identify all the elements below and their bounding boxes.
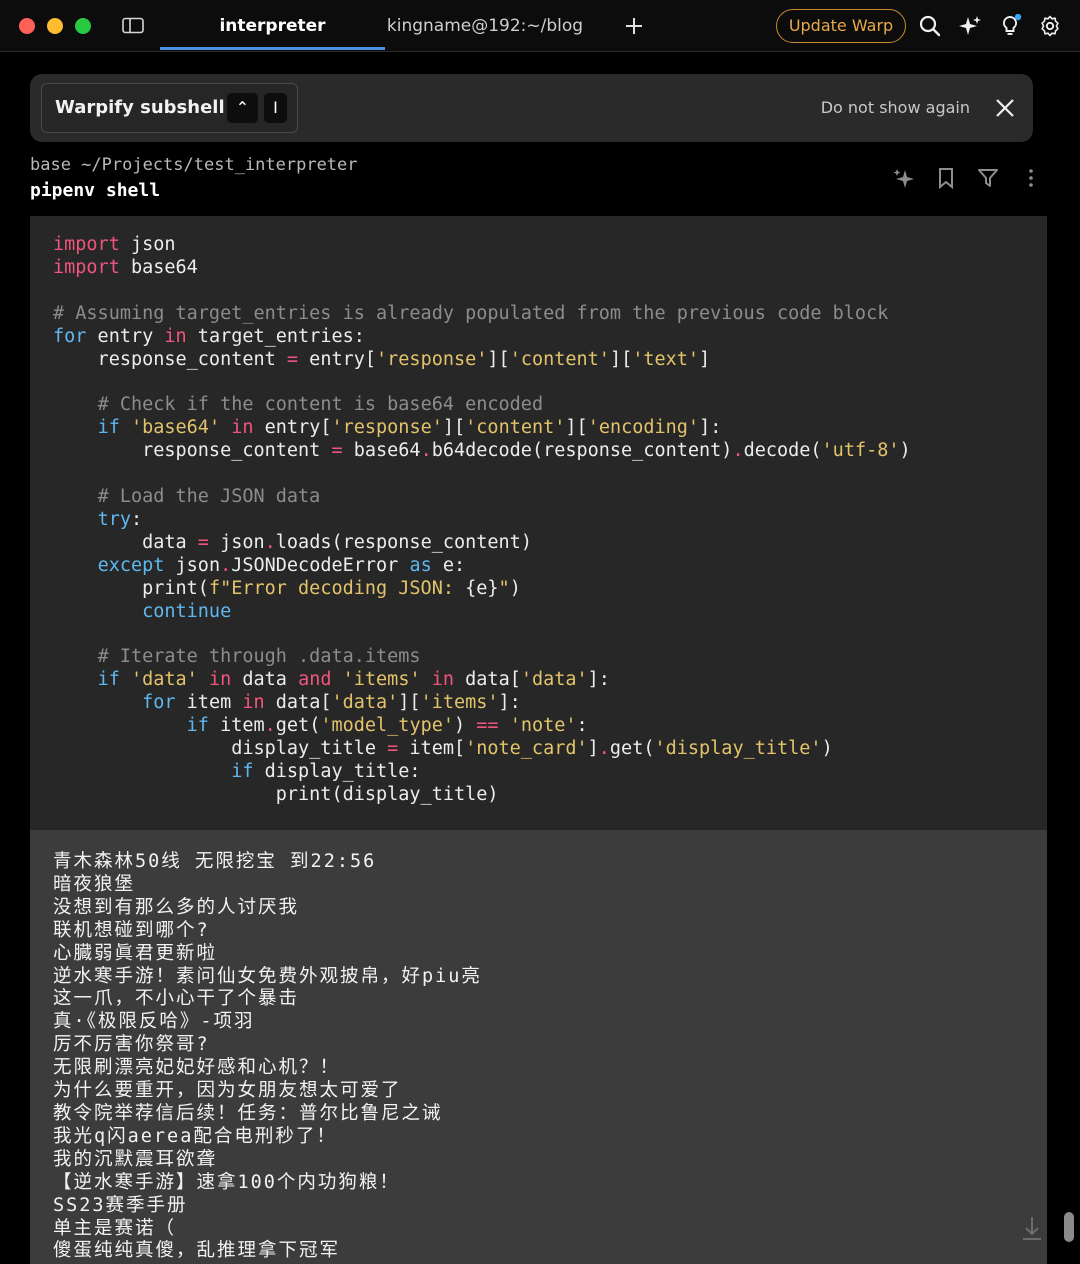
code-block: import json import base64 # Assuming tar… bbox=[30, 216, 1047, 830]
command-output: 青木森林50线 无限挖宝 到22:56 暗夜狼堡 没想到有那么多的人讨厌我 联机想碰到… bbox=[30, 830, 1047, 1264]
warpify-label: Warpify subshell bbox=[55, 97, 225, 118]
close-icon[interactable] bbox=[995, 98, 1015, 118]
output-line: 无限刷漂亮妃妃好感和心机？！ bbox=[53, 1057, 341, 1079]
warpify-subshell-button[interactable]: Warpify subshell ⌃ I bbox=[41, 83, 298, 133]
tab-interpreter[interactable]: interpreter bbox=[160, 0, 385, 52]
update-warp-button[interactable]: Update Warp bbox=[776, 9, 906, 43]
output-line: 这一爪，不小心干了个暴击 bbox=[53, 988, 300, 1010]
output-line: 【逆水寒手游】速拿100个内功狗粮！ bbox=[53, 1171, 400, 1193]
close-window-button[interactable] bbox=[19, 18, 35, 34]
ai-sparkle-icon[interactable] bbox=[892, 166, 916, 190]
output-line: 没想到有那么多的人讨厌我 bbox=[53, 896, 300, 918]
output-line: 我的沉默震耳欲聋 bbox=[53, 1148, 218, 1170]
panel-icon[interactable] bbox=[122, 17, 144, 34]
output-line: 青木森林50线 无限挖宝 到22:56 bbox=[53, 851, 377, 872]
tab-blog[interactable]: kingname@192:~/blog bbox=[385, 0, 585, 52]
output-line: 傻蛋纯纯真傻，乱推理拿下冠军 bbox=[53, 1240, 341, 1262]
plus-icon[interactable] bbox=[622, 14, 646, 38]
output-line: 真·《极限反哈》-项羽 bbox=[53, 1011, 255, 1033]
search-icon[interactable] bbox=[918, 14, 942, 38]
filter-icon[interactable] bbox=[976, 166, 1000, 190]
do-not-show-again-button[interactable]: Do not show again bbox=[810, 74, 970, 142]
sparkle-icon[interactable] bbox=[958, 14, 982, 38]
minimize-window-button[interactable] bbox=[47, 18, 63, 34]
output-line: 单主是赛诺（ bbox=[53, 1217, 177, 1239]
output-line: SS23赛季手册 bbox=[53, 1194, 188, 1216]
output-line: 逆水寒手游！素问仙女免费外观披帛，好piu亮 bbox=[53, 965, 482, 987]
output-lines: 青木森林50线 无限挖宝 到22:56 暗夜狼堡 没想到有那么多的人讨厌我 联机想碰到… bbox=[53, 851, 482, 1263]
scrollbar-thumb[interactable] bbox=[1064, 1212, 1074, 1242]
output-line: 厉不厉害你祭哥? bbox=[53, 1034, 210, 1056]
ctrl-key: ⌃ bbox=[227, 93, 258, 123]
scroll-to-bottom-icon[interactable] bbox=[1020, 1214, 1044, 1242]
right-gutter bbox=[1047, 216, 1080, 1264]
output-line: 为什么要重开，因为女朋友想太可爱了 bbox=[53, 1080, 402, 1102]
warpify-banner: Warpify subshell ⌃ I Do not show again bbox=[30, 74, 1033, 142]
output-line: 暗夜狼堡 bbox=[53, 873, 136, 895]
bookmark-icon[interactable] bbox=[934, 166, 958, 190]
title-bar: interpreter kingname@192:~/blog Update W… bbox=[0, 0, 1080, 52]
output-line: 心臓弱眞君更新啦 bbox=[53, 942, 218, 964]
gear-icon[interactable] bbox=[1038, 14, 1062, 38]
command-text: pipenv shell bbox=[30, 180, 161, 201]
output-line: 我光q闪aerea配合电刑秒了！ bbox=[53, 1125, 337, 1147]
i-key: I bbox=[264, 93, 287, 123]
output-line: 教令院举荐信后续！任务：普尔比鲁尼之诫 bbox=[53, 1102, 443, 1124]
zoom-window-button[interactable] bbox=[75, 18, 91, 34]
python-code: import json import base64 # Assuming tar… bbox=[53, 234, 911, 805]
lightbulb-icon[interactable] bbox=[998, 14, 1022, 38]
output-line: 联机想碰到哪个? bbox=[53, 919, 210, 941]
more-options-icon[interactable] bbox=[1019, 166, 1043, 190]
working-directory: base ~/Projects/test_interpreter bbox=[30, 155, 358, 175]
